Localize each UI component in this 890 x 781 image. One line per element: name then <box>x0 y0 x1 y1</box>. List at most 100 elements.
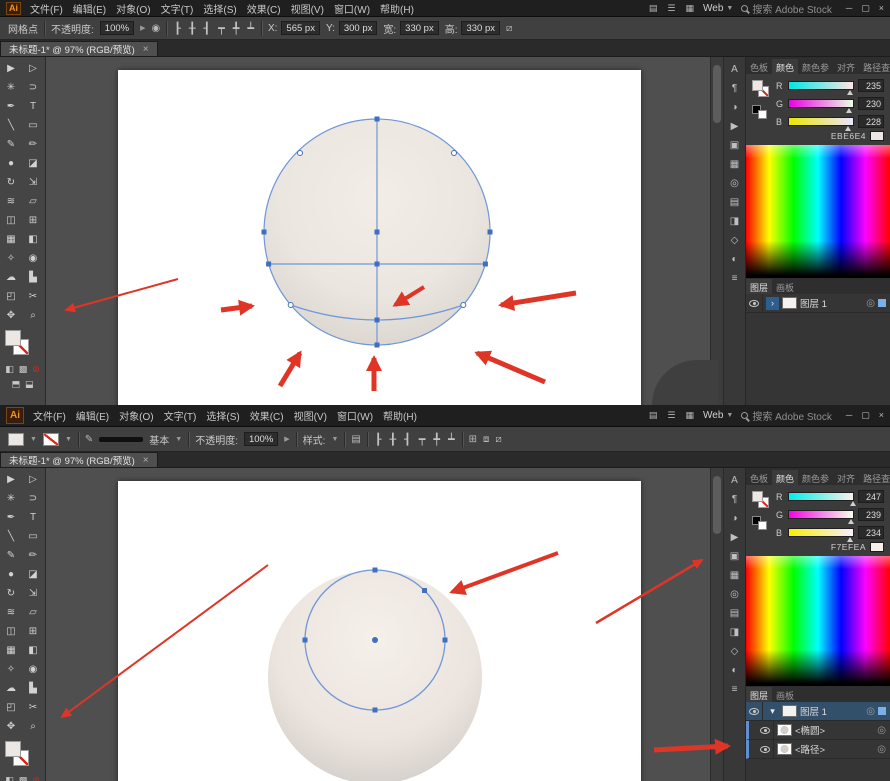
white-swatch[interactable] <box>758 521 767 530</box>
magic-wand-tool[interactable]: ✳ <box>0 489 22 508</box>
restore-button[interactable]: ▢ <box>861 410 870 421</box>
layer-row[interactable]: ▾ 图层 1 ◎ <box>746 702 890 721</box>
menu-item[interactable]: 效果(C) <box>246 1 282 16</box>
blob-brush-tool[interactable]: ● <box>0 565 22 584</box>
perspective-grid-tool[interactable]: ⊞ <box>22 211 44 230</box>
rotate-tool[interactable]: ↻ <box>0 173 22 192</box>
menu-item[interactable]: 窗口(W) <box>333 1 371 16</box>
blend-tool[interactable]: ◉ <box>22 249 44 268</box>
document-tab[interactable]: 未标题-1* @ 97% (RGB/预览) × <box>0 452 158 467</box>
menu-item[interactable]: 视图(V) <box>293 408 328 423</box>
transform-more-icon[interactable]: ⧄ <box>506 23 512 34</box>
align-icon[interactable]: ┯ <box>418 433 427 446</box>
mini-fill-swatch[interactable] <box>752 491 763 502</box>
green-slider[interactable] <box>788 510 854 519</box>
line-segment-tool[interactable]: ╲ <box>0 116 22 135</box>
menu-item[interactable]: 文件(F) <box>29 1 64 16</box>
color-spectrum[interactable] <box>746 556 890 686</box>
slider-handle[interactable] <box>846 108 852 113</box>
red-value-input[interactable]: 235 <box>858 79 884 92</box>
draw-mode-icon[interactable]: ⬒ <box>11 379 20 390</box>
artboard-tool[interactable]: ◰ <box>0 287 22 306</box>
workspace-switcher[interactable]: Web ▼ <box>703 410 733 421</box>
layer-name[interactable]: <路径> <box>795 742 874 756</box>
shape-icon[interactable]: ⊞ <box>469 434 477 445</box>
artboard-tool[interactable]: ◰ <box>0 698 22 717</box>
panel-tab[interactable]: 对齐 <box>833 59 859 74</box>
transparency-panel-icon[interactable]: ◐ <box>731 255 737 265</box>
mesh-tool[interactable]: ▦ <box>0 641 22 660</box>
expand-icon[interactable]: › <box>766 297 779 310</box>
shape-builder-tool[interactable]: ◫ <box>0 622 22 641</box>
menu-item[interactable]: 对象(O) <box>115 1 151 16</box>
gradient-tool[interactable]: ◧ <box>22 230 44 249</box>
chevron-right-icon[interactable]: ▶ <box>284 435 289 443</box>
mesh-tool[interactable]: ▦ <box>0 230 22 249</box>
character-panel-icon[interactable]: A <box>731 476 738 486</box>
align-icon[interactable]: ┠ <box>173 22 182 35</box>
links-panel-icon[interactable]: ▣ <box>730 141 739 151</box>
shape-builder-tool[interactable]: ◫ <box>0 211 22 230</box>
paragraph-panel-icon[interactable]: ¶ <box>732 84 737 94</box>
close-icon[interactable]: × <box>143 455 149 466</box>
none-mode-icon[interactable]: ⊘ <box>32 775 40 781</box>
actions-panel-icon[interactable]: ▶ <box>731 533 739 543</box>
menu-item[interactable]: 文字(T) <box>160 1 195 16</box>
graphic-styles-panel-icon[interactable]: ▤ <box>730 198 739 208</box>
close-button[interactable]: × <box>879 3 884 14</box>
scale-tool[interactable]: ⇲ <box>22 173 44 192</box>
direct-selection-tool[interactable]: ▷ <box>22 470 44 489</box>
fill-stroke-indicator[interactable] <box>0 328 45 362</box>
arrange-documents-icon[interactable]: ▦ <box>685 3 696 14</box>
column-graph-tool[interactable]: ▙ <box>22 679 44 698</box>
menu-item[interactable]: 选择(S) <box>205 408 240 423</box>
zoom-tool[interactable]: ⌕ <box>22 717 44 736</box>
fill-swatch[interactable] <box>5 741 21 757</box>
style-icon[interactable]: ◉ <box>151 23 160 34</box>
gradient-mode-icon[interactable]: ▩ <box>19 775 28 781</box>
blob-brush-tool[interactable]: ● <box>0 154 22 173</box>
navigator-panel-icon[interactable]: ≡ <box>732 685 738 695</box>
mini-fill-stroke[interactable] <box>751 490 771 539</box>
align-icon[interactable]: ┷ <box>246 22 255 35</box>
restore-button[interactable]: ▢ <box>861 3 870 14</box>
none-mode-icon[interactable]: ⊘ <box>32 364 40 375</box>
minimize-button[interactable]: ─ <box>846 3 852 14</box>
align-icon[interactable]: ╇ <box>232 22 241 35</box>
arrange-documents-icon[interactable]: ▦ <box>685 410 696 421</box>
fill-stroke-indicator[interactable] <box>0 739 45 773</box>
paintbrush-tool[interactable]: ✎ <box>0 546 22 565</box>
opacity-input[interactable]: 100% <box>244 432 278 446</box>
target-icon[interactable]: ◎ <box>866 706 875 717</box>
chevron-right-icon[interactable]: ▶ <box>140 24 145 32</box>
visibility-toggle[interactable] <box>757 721 774 739</box>
panel-tab[interactable]: 对齐 <box>833 470 859 485</box>
width-tool[interactable]: ≋ <box>0 603 22 622</box>
visibility-toggle[interactable] <box>746 702 763 720</box>
menu-item[interactable]: 文字(T) <box>163 408 198 423</box>
navigator-panel-icon[interactable]: ≡ <box>732 274 738 284</box>
stack-icon[interactable]: ☰ <box>666 3 676 14</box>
menu-item[interactable]: 视图(V) <box>290 1 325 16</box>
artboards-panel-icon[interactable]: ▦ <box>730 160 739 170</box>
eraser-tool[interactable]: ◪ <box>22 154 44 173</box>
transform-panel-icon[interactable]: ◇ <box>731 236 739 246</box>
stroke-panel-icon[interactable]: ◑ <box>731 514 737 524</box>
visibility-toggle[interactable] <box>746 294 763 312</box>
eyedropper-tool[interactable]: ✧ <box>0 249 22 268</box>
stock-search-input[interactable]: 搜索 Adobe Stock <box>741 1 831 16</box>
symbols-panel-icon[interactable]: ◨ <box>730 628 739 638</box>
panel-tab[interactable]: 图层 <box>746 687 772 702</box>
symbol-sprayer-tool[interactable]: ☁ <box>0 679 22 698</box>
screen-mode-icon[interactable]: ⬓ <box>25 379 34 390</box>
menu-item[interactable]: 编辑(E) <box>75 408 110 423</box>
green-value-input[interactable]: 230 <box>858 97 884 110</box>
layer-row[interactable]: <路径> ◎ <box>746 740 890 759</box>
line-segment-tool[interactable]: ╲ <box>0 527 22 546</box>
bridge-icon[interactable]: ▤ <box>648 3 659 14</box>
stack-icon[interactable]: ☰ <box>666 410 676 421</box>
transparency-panel-icon[interactable]: ◐ <box>731 666 737 676</box>
slider-handle[interactable] <box>847 537 853 542</box>
slice-tool[interactable]: ✂ <box>22 698 44 717</box>
field-input[interactable]: 300 px <box>339 21 378 35</box>
